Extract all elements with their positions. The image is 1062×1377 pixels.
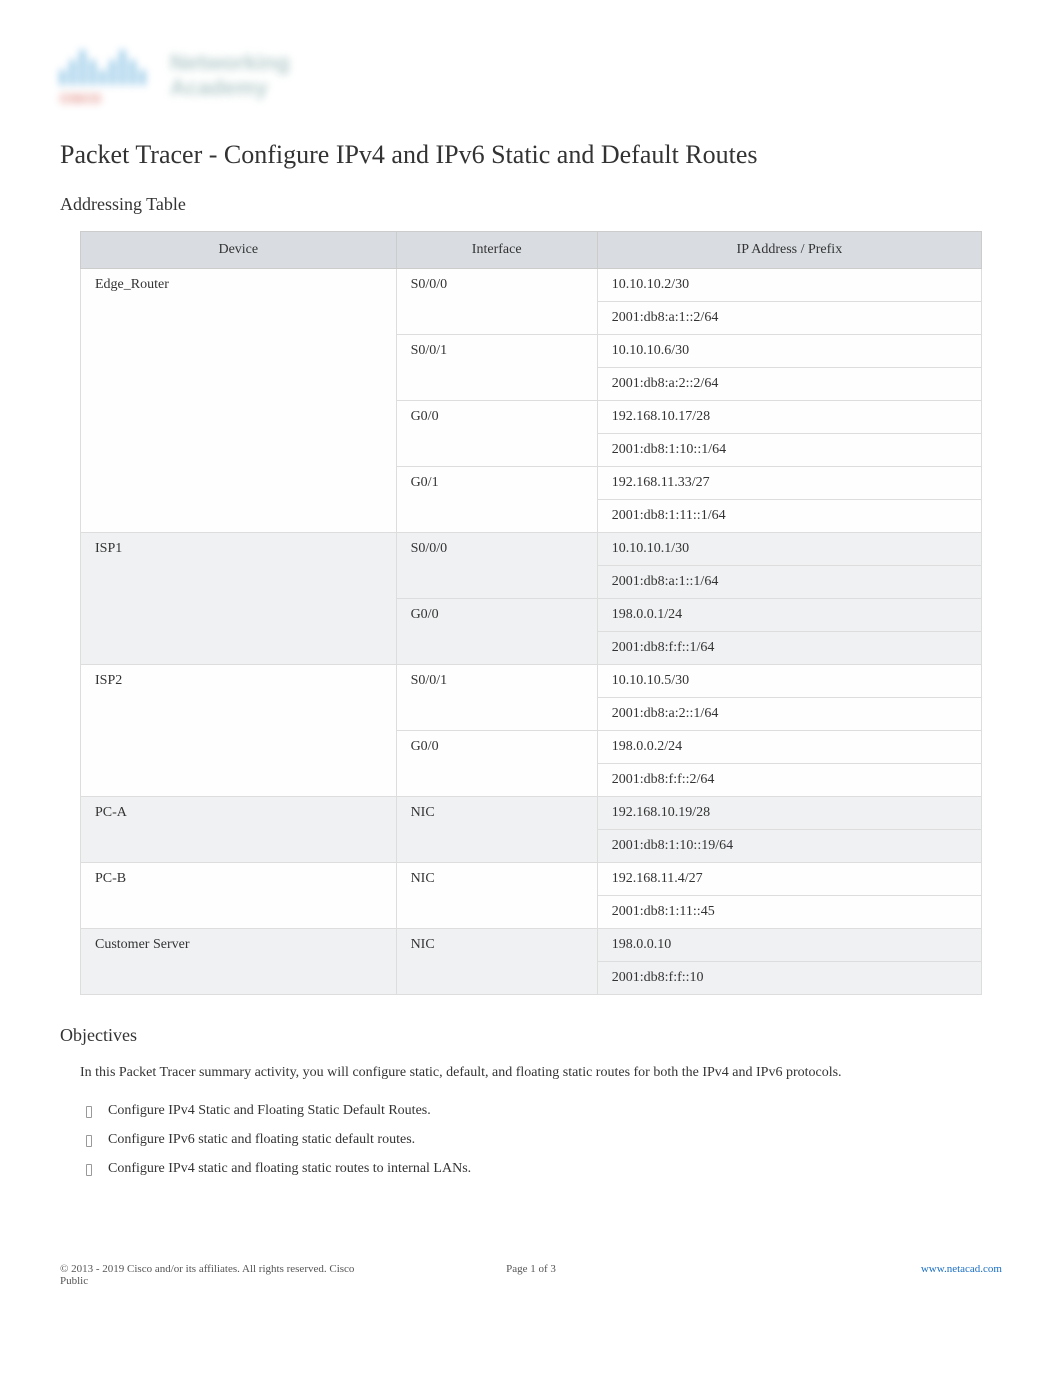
footer-link[interactable]: www.netacad.com [921,1263,1002,1275]
cell-addr: 10.10.10.6/30 [597,335,981,368]
cell-addr: 192.168.11.4/27 [597,863,981,896]
cell-addr: 10.10.10.2/30 [597,269,981,302]
cell-iface: G0/0 [396,401,597,467]
list-item: Configure IPv6 static and floating stati… [80,1125,1002,1154]
page-title: Packet Tracer - Configure IPv4 and IPv6 … [60,140,1002,170]
cell-addr: 198.0.0.2/24 [597,731,981,764]
cell-addr: 2001:db8:a:2::1/64 [597,698,981,731]
cell-addr: 198.0.0.1/24 [597,599,981,632]
cell-addr: 2001:db8:1:11::45 [597,896,981,929]
page-footer: © 2013 - 2019 Cisco and/or its affiliate… [60,1263,1002,1287]
svg-text:Networking: Networking [170,50,290,75]
cell-addr: 2001:db8:1:10::1/64 [597,434,981,467]
svg-text:Academy: Academy [170,75,269,100]
table-row: PC-B NIC 192.168.11.4/27 [81,863,982,896]
section-heading-objectives: Objectives [60,1025,1002,1046]
cell-addr: 192.168.10.17/28 [597,401,981,434]
col-header-interface: Interface [396,232,597,269]
cell-addr: 2001:db8:a:1::1/64 [597,566,981,599]
cell-addr: 10.10.10.1/30 [597,533,981,566]
addressing-table: Device Interface IP Address / Prefix Edg… [80,231,982,995]
cell-iface: S0/0/1 [396,335,597,401]
section-heading-addressing: Addressing Table [60,194,1002,215]
cell-addr: 192.168.11.33/27 [597,467,981,500]
objectives-list: Configure IPv4 Static and Floating Stati… [80,1096,1002,1183]
cell-addr: 2001:db8:1:10::19/64 [597,830,981,863]
cell-iface: G0/0 [396,599,597,665]
table-row: PC-A NIC 192.168.10.19/28 [81,797,982,830]
table-row: Edge_Router S0/0/0 10.10.10.2/30 [81,269,982,302]
cell-addr: 2001:db8:a:1::2/64 [597,302,981,335]
cell-iface: NIC [396,929,597,995]
cell-addr: 198.0.0.10 [597,929,981,962]
cell-iface: G0/1 [396,467,597,533]
cell-device: Edge_Router [81,269,397,533]
cell-iface: S0/0/1 [396,665,597,731]
cell-addr: 2001:db8:f:f::10 [597,962,981,995]
table-row: Customer Server NIC 198.0.0.10 [81,929,982,962]
cell-addr: 10.10.10.5/30 [597,665,981,698]
cell-device: PC-A [81,797,397,863]
cell-iface: NIC [396,863,597,929]
footer-page-number: Page 1 of 3 [374,1263,688,1275]
list-item: Configure IPv4 static and floating stati… [80,1154,1002,1183]
cell-iface: S0/0/0 [396,269,597,335]
col-header-ip: IP Address / Prefix [597,232,981,269]
cisco-logo: CISCO Networking Academy [60,40,1002,110]
cell-iface: S0/0/0 [396,533,597,599]
cell-addr: 192.168.10.19/28 [597,797,981,830]
list-item: Configure IPv4 Static and Floating Stati… [80,1096,1002,1125]
cell-device: ISP2 [81,665,397,797]
table-row: ISP1 S0/0/0 10.10.10.1/30 [81,533,982,566]
table-row: ISP2 S0/0/1 10.10.10.5/30 [81,665,982,698]
cell-addr: 2001:db8:f:f::2/64 [597,764,981,797]
cell-addr: 2001:db8:1:11::1/64 [597,500,981,533]
svg-text:CISCO: CISCO [60,91,101,106]
col-header-device: Device [81,232,397,269]
objectives-intro: In this Packet Tracer summary activity, … [80,1062,1002,1084]
footer-copyright: © 2013 - 2019 Cisco and/or its affiliate… [60,1263,374,1287]
cell-iface: NIC [396,797,597,863]
cell-device: Customer Server [81,929,397,995]
cell-addr: 2001:db8:f:f::1/64 [597,632,981,665]
cell-device: PC-B [81,863,397,929]
cell-iface: G0/0 [396,731,597,797]
cell-device: ISP1 [81,533,397,665]
cell-addr: 2001:db8:a:2::2/64 [597,368,981,401]
